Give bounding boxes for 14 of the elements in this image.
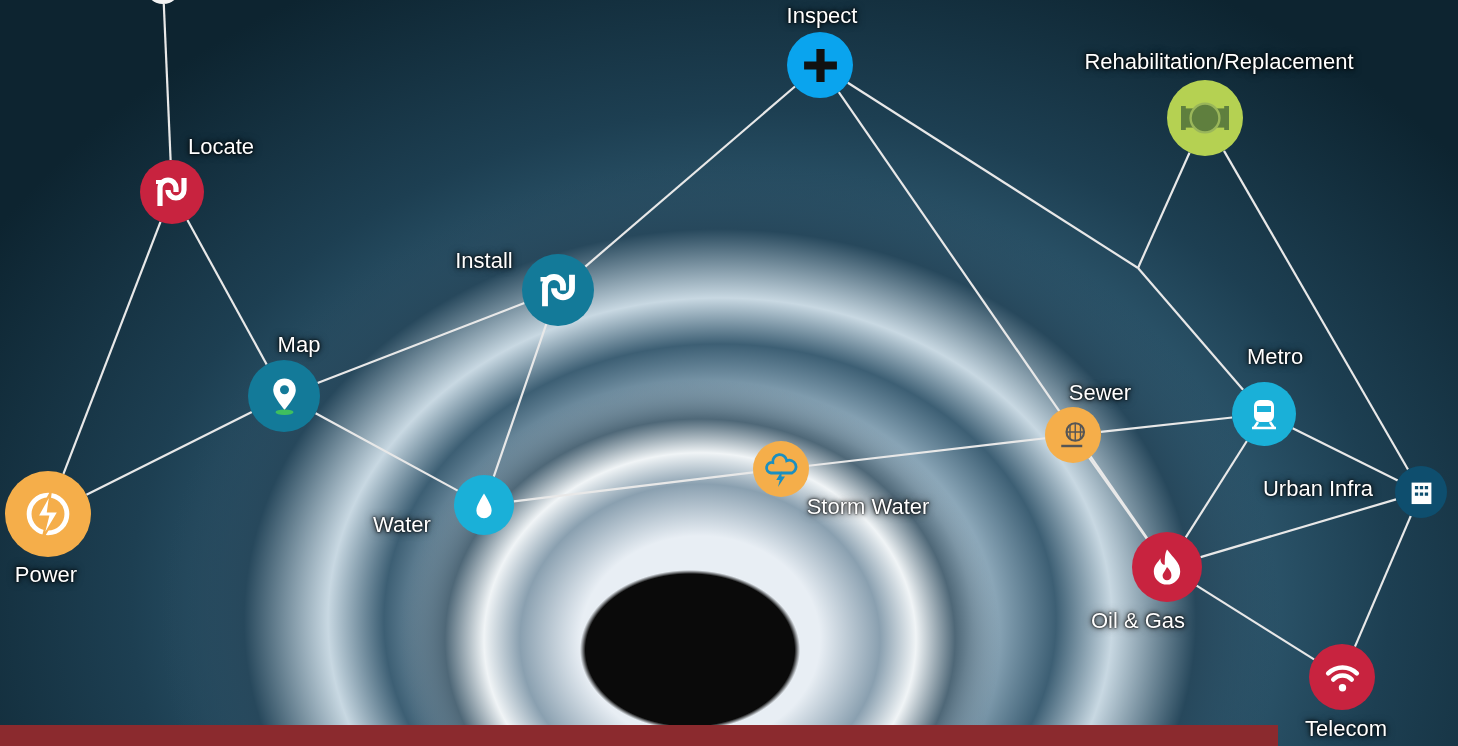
node-label: Inspect	[786, 3, 858, 29]
node-label: Install	[455, 248, 513, 274]
storm-cloud-icon	[763, 451, 799, 487]
node-label: Urban Infra	[1262, 476, 1374, 502]
node-label: Locate	[187, 134, 255, 160]
node-label: Rehabilitation/Replacement	[1084, 49, 1354, 75]
node-label: Water	[373, 512, 431, 538]
node-label: Map	[277, 332, 321, 358]
node-label: Sewer	[1068, 380, 1132, 406]
node-label: Metro	[1246, 344, 1304, 370]
node-label: Oil & Gas	[1090, 608, 1186, 634]
node-label: Storm Water	[806, 494, 930, 520]
node-label: Telecom	[1305, 716, 1387, 742]
node-label: Power	[14, 562, 78, 588]
